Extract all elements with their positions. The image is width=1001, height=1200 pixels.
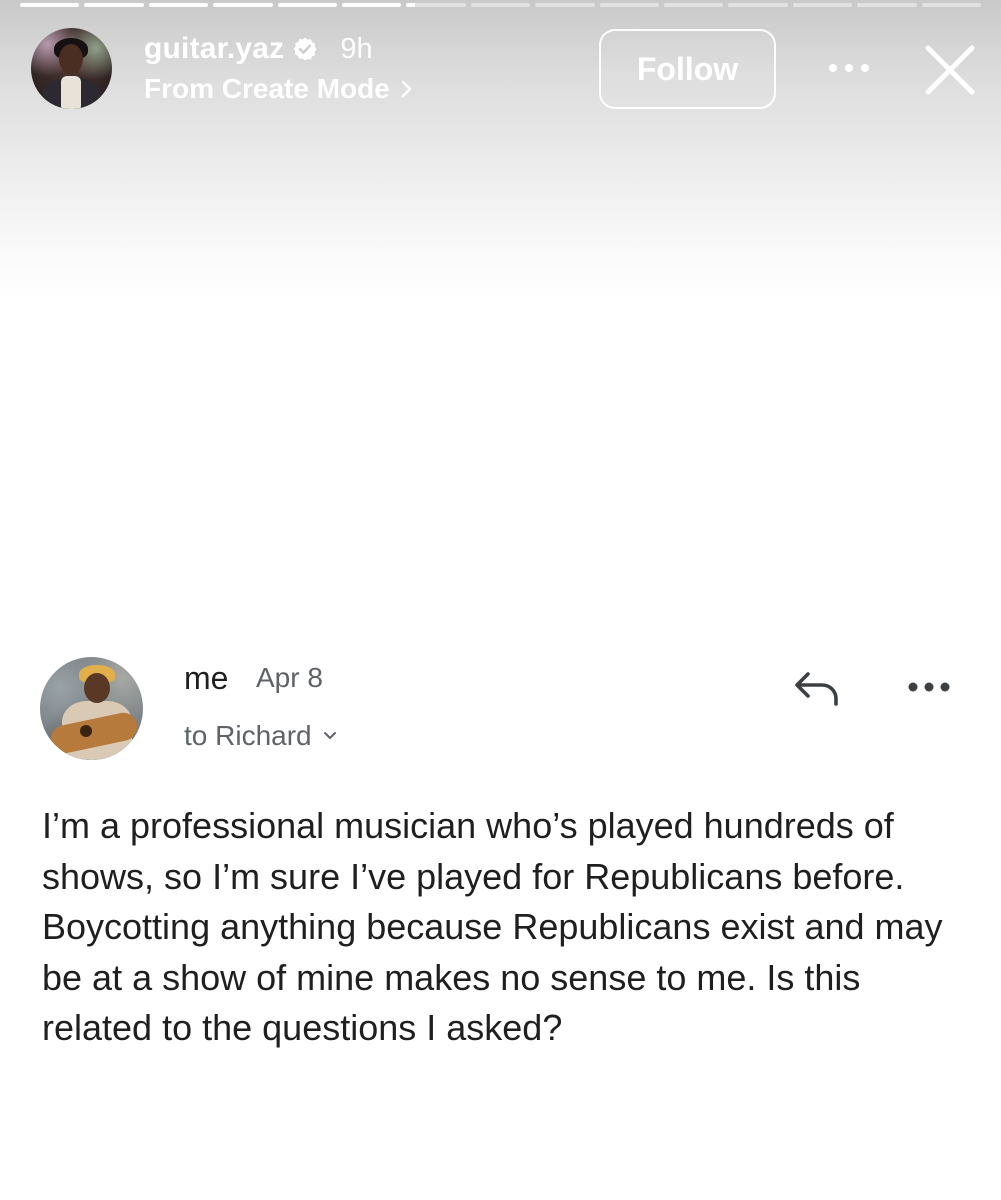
- story-progress-segment: [277, 3, 338, 7]
- profile-avatar[interactable]: [31, 28, 112, 109]
- follow-button[interactable]: Follow: [599, 29, 776, 109]
- story-progress-segment: [213, 3, 273, 7]
- close-icon[interactable]: [924, 44, 976, 96]
- sender-avatar[interactable]: [40, 657, 143, 760]
- email-sender: me: [184, 660, 229, 696]
- chevron-down-icon: [323, 732, 336, 739]
- avatar-guitar-soundhole: [80, 725, 92, 737]
- story-progress-segment: [342, 3, 402, 7]
- verified-badge-icon: [294, 37, 318, 61]
- story-progress-segment: [535, 3, 595, 7]
- story-progress-segment: [406, 3, 466, 7]
- story-time-ago: 9h: [340, 32, 373, 65]
- story-progress-segment: [599, 3, 660, 7]
- email-date: Apr 8: [256, 662, 323, 693]
- avatar-figure-face: [84, 673, 110, 703]
- story-progress-segment: [921, 3, 982, 7]
- chevron-right-icon: [401, 80, 412, 98]
- story-user-row: guitar.yaz 9h: [144, 30, 373, 68]
- story-username[interactable]: guitar.yaz: [144, 32, 284, 66]
- story-progress-segment: [84, 3, 144, 7]
- story-subtitle: From Create Mode: [144, 73, 390, 104]
- story-progress-segment: [470, 3, 531, 7]
- more-options-icon[interactable]: [905, 678, 953, 696]
- reply-icon[interactable]: [792, 668, 844, 708]
- story-progress-segment: [728, 3, 788, 7]
- story-progress-segment: [792, 3, 853, 7]
- story-progress-segment: [148, 3, 209, 7]
- email-body: I’m a professional musician who’s played…: [42, 805, 943, 1048]
- email-recipient-toggle[interactable]: to Richard: [184, 720, 338, 752]
- story-progress-segment: [664, 3, 724, 7]
- story-progress-segment: [20, 3, 80, 7]
- story-progress-segment: [857, 3, 917, 7]
- avatar-figure-face: [59, 44, 83, 74]
- story-subtitle-link[interactable]: From Create Mode: [144, 73, 414, 105]
- avatar-figure-scarf: [61, 76, 81, 109]
- story-progress-bar: [20, 3, 982, 7]
- email-recipient: to Richard: [184, 720, 312, 751]
- more-options-icon[interactable]: [827, 60, 871, 76]
